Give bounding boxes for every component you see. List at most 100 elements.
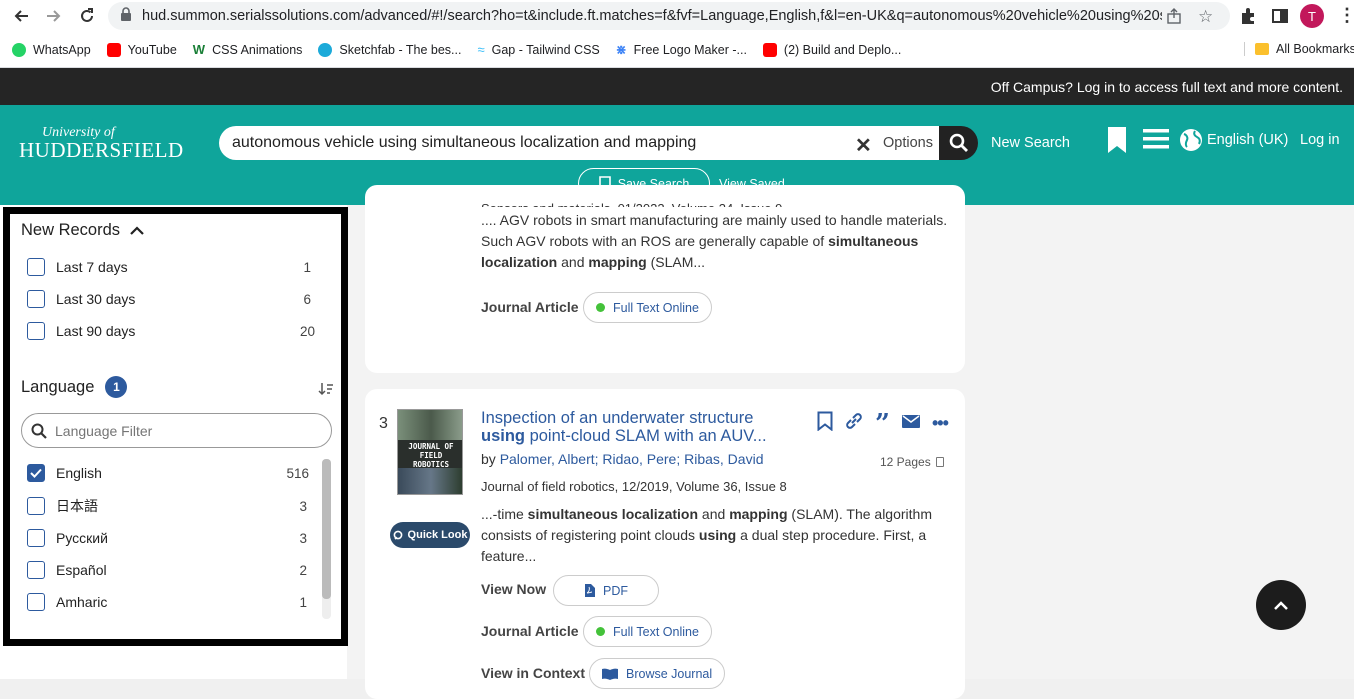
bookmark-youtube[interactable]: YouTube: [106, 42, 177, 57]
author-links[interactable]: Palomer, Albert; Ridao, Pere; Ribas, Dav…: [500, 451, 764, 467]
checkbox[interactable]: [27, 497, 45, 515]
youtube-icon: [762, 42, 777, 57]
facet-language-spanish[interactable]: Español 2: [27, 560, 307, 580]
profile-avatar[interactable]: T: [1300, 4, 1324, 28]
permalink-icon[interactable]: [845, 412, 863, 435]
full-text-online-button[interactable]: Full Text Online: [583, 616, 712, 647]
view-now-label: View Now: [481, 581, 547, 597]
facet-language-japanese[interactable]: 日本語 3: [27, 496, 307, 516]
language-header[interactable]: Language 1: [21, 376, 128, 398]
language-filter-field[interactable]: [21, 413, 332, 448]
result-snippet: .... AGV robots in smart manufacturing a…: [481, 212, 948, 270]
cite-icon[interactable]: ”: [875, 411, 890, 437]
back-to-top-button[interactable]: [1256, 580, 1306, 630]
main-content: New Records Last 7 days 1 Last 30 days 6…: [0, 185, 1354, 699]
bookmark-build-deploy[interactable]: (2) Build and Deplo...: [762, 42, 901, 57]
checkbox[interactable]: [27, 561, 45, 579]
checkbox[interactable]: [27, 593, 45, 611]
new-records-title: New Records: [21, 221, 121, 239]
saved-items-icon[interactable]: [1108, 127, 1126, 158]
pdf-button[interactable]: PDF: [553, 575, 659, 606]
facet-last-30-days[interactable]: Last 30 days 6: [27, 289, 311, 309]
login-link[interactable]: Log in: [1300, 132, 1340, 148]
full-text-label: Full Text Online: [613, 624, 699, 639]
quick-look-button[interactable]: Quick Look: [390, 522, 470, 548]
facet-scrollbar[interactable]: [322, 459, 331, 619]
sort-icon[interactable]: [318, 381, 334, 402]
search-input[interactable]: [232, 134, 832, 152]
bookmark-label: WhatsApp: [33, 42, 91, 57]
bookmark-tailwind[interactable]: ≈ Gap - Tailwind CSS: [477, 42, 599, 57]
facet-count: 20: [299, 323, 315, 339]
available-status-icon: [596, 627, 605, 636]
offcampus-text[interactable]: Off Campus? Log in to access full text a…: [991, 79, 1343, 95]
search-options-button[interactable]: Options: [883, 135, 933, 151]
facet-language-russian[interactable]: Русский 3: [27, 528, 307, 548]
facet-language-english[interactable]: English 516: [27, 463, 309, 483]
available-status-icon: [596, 303, 605, 312]
facet-language-amharic[interactable]: Amharic 1: [27, 592, 307, 612]
result-publication-cut: Sensors and materials, 01/2022, Volume 3…: [481, 197, 782, 207]
bookmark-sketchfab[interactable]: Sketchfab - The bes...: [318, 42, 462, 57]
full-text-online-button[interactable]: Full Text Online: [583, 292, 712, 323]
back-icon[interactable]: [7, 2, 35, 30]
more-options-icon[interactable]: •••: [932, 413, 949, 434]
language-filter-input[interactable]: [55, 422, 315, 439]
offcampus-banner[interactable]: Off Campus? Log in to access full text a…: [0, 68, 1354, 105]
facet-count: 3: [299, 530, 307, 546]
globe-icon[interactable]: [1179, 128, 1203, 157]
result-card-3: 3 JOURNAL OF FIELD ROBOTICS Quick Look I…: [365, 389, 965, 699]
facet-count: 2: [299, 562, 307, 578]
bookmark-logo-maker[interactable]: ⋇ Free Logo Maker -...: [616, 42, 747, 58]
checkbox[interactable]: [27, 258, 45, 276]
language-selector[interactable]: English (UK): [1207, 132, 1288, 148]
university-logo[interactable]: HUDDERSFIELD: [19, 138, 184, 163]
facet-last-7-days[interactable]: Last 7 days 1: [27, 257, 311, 277]
lock-icon: [120, 6, 132, 26]
sidepanel-icon[interactable]: [1271, 7, 1289, 30]
bookmark-label: Sketchfab - The bes...: [339, 42, 462, 57]
result-actions: ” •••: [817, 411, 949, 437]
browser-menu-icon[interactable]: ⋮: [1338, 5, 1354, 26]
checkbox[interactable]: [27, 322, 45, 340]
reload-icon[interactable]: [73, 2, 101, 30]
browse-journal-label: Browse Journal: [626, 666, 713, 681]
bookmark-label: Gap - Tailwind CSS: [491, 42, 600, 57]
email-icon[interactable]: [901, 414, 920, 433]
all-bookmarks[interactable]: All Bookmarks: [1244, 42, 1354, 56]
search-button[interactable]: [939, 126, 978, 160]
facet-label: English: [56, 465, 102, 481]
extensions-icon[interactable]: [1239, 7, 1257, 30]
bookmark-star-icon[interactable]: ☆: [1198, 7, 1213, 27]
checkbox[interactable]: [27, 290, 45, 308]
menu-icon[interactable]: [1143, 129, 1169, 154]
scrollbar-thumb[interactable]: [322, 459, 331, 599]
bookmark-css-animations[interactable]: W CSS Animations: [193, 42, 303, 57]
result-title-link[interactable]: Inspection of an underwater structure usi…: [481, 409, 811, 445]
full-text-label: Full Text Online: [613, 300, 699, 315]
facet-last-90-days[interactable]: Last 90 days 20: [27, 321, 315, 341]
new-records-header[interactable]: New Records: [21, 221, 144, 240]
pages-icon: [935, 457, 944, 467]
address-bar[interactable]: hud.summon.serialssolutions.com/advanced…: [108, 2, 1230, 30]
save-bookmark-icon[interactable]: [817, 411, 833, 436]
clear-search-icon[interactable]: ✕: [855, 133, 872, 158]
checkbox-checked[interactable]: [27, 464, 45, 482]
pdf-icon: [585, 584, 595, 597]
facet-count: 6: [303, 291, 311, 307]
browse-journal-button[interactable]: Browse Journal: [589, 658, 726, 689]
facet-label: Last 7 days: [56, 259, 128, 275]
logo-maker-icon: ⋇: [615, 41, 627, 57]
content-type-label: Journal Article: [481, 623, 579, 639]
bookmark-whatsapp[interactable]: WhatsApp: [12, 42, 91, 57]
share-icon[interactable]: [1166, 8, 1182, 29]
url-text: hud.summon.serialssolutions.com/advanced…: [142, 8, 1162, 24]
webflow-icon: W: [192, 42, 206, 57]
facet-label: Русский: [56, 530, 108, 546]
new-search-link[interactable]: New Search: [991, 135, 1070, 151]
checkbox[interactable]: [27, 529, 45, 547]
forward-icon[interactable]: [40, 2, 68, 30]
quick-look-label: Quick Look: [407, 529, 468, 541]
facet-label: Last 30 days: [56, 291, 136, 307]
journal-cover-image[interactable]: JOURNAL OF FIELD ROBOTICS: [397, 409, 463, 495]
